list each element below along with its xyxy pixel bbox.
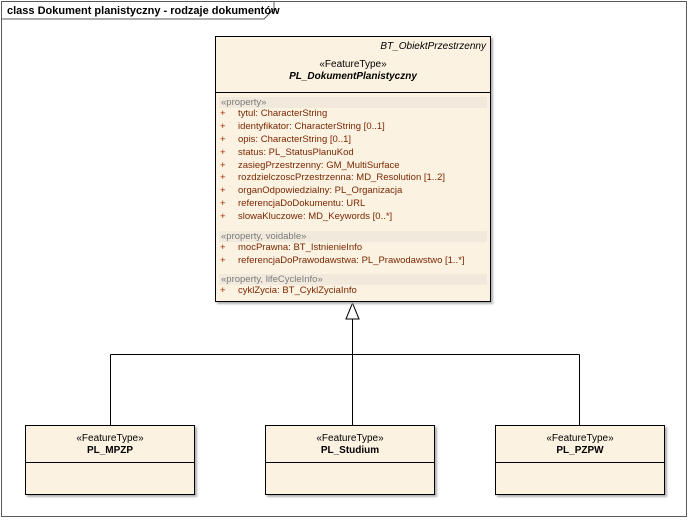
class-header: «FeatureType» PL_MPZP (26, 433, 194, 456)
attribute-name: referencjaDoPrawodawstwa: (238, 254, 359, 266)
attribute-row[interactable]: + mocPrawna: BT_IstnienieInfo (219, 242, 487, 255)
visibility-marker: + (220, 254, 226, 266)
section-label: «property» (219, 97, 487, 108)
attribute-name: cyklZycia: (238, 285, 280, 296)
attribute-row[interactable]: + slowaKluczowe: MD_Keywords [0..*] (219, 211, 487, 224)
class-name: PL_PZPW (556, 445, 604, 456)
class-header: «FeatureType» PL_Studium (266, 433, 434, 456)
attribute-name: slowaKluczowe: (238, 211, 306, 223)
attribute-type: CharacterString (260, 108, 328, 119)
attribute-type: CharacterString [0..1] (260, 133, 352, 145)
visibility-marker: + (220, 172, 226, 184)
attribute-name: organOdpowiedzialny: (238, 185, 333, 197)
visibility-marker: + (220, 211, 226, 223)
class-stereotype: «FeatureType» (546, 433, 614, 444)
attribute-name: referencjaDoDokumentu: (238, 198, 344, 210)
class-pl-studium[interactable]: «FeatureType» PL_Studium (265, 425, 435, 495)
section-property-voidable: «property, voidable» + mocPrawna: BT_Istn… (219, 231, 487, 268)
class-header: «FeatureType» PL_DokumentPlanistyczny (216, 59, 490, 82)
attribute-type: BT_IstnienieInfo (293, 242, 363, 253)
attribute-type: PL_Organizacja (334, 185, 403, 197)
attribute-row[interactable]: + organOdpowiedzialny: PL_Organizacja (219, 185, 487, 198)
attribute-type: URL (346, 198, 366, 210)
attribute-row[interactable]: + referencjaDoDokumentu: URL (219, 198, 487, 211)
visibility-marker: + (220, 108, 226, 119)
visibility-marker: + (220, 159, 226, 171)
attribute-type: MD_Resolution [1..2] (356, 172, 445, 184)
class-pl-dokumentplanistyczny[interactable]: BT_ObiektPrzestrzenny «FeatureType» PL_D… (215, 36, 491, 302)
attribute-row[interactable]: + cyklZycia: BT_CyklZyciaInfo (219, 285, 487, 298)
class-name: PL_DokumentPlanistyczny (289, 71, 417, 82)
attribute-name: opis: (238, 133, 259, 145)
attribute-name: tytul: (238, 108, 259, 119)
visibility-marker: + (220, 285, 226, 296)
class-stereotype: «FeatureType» (316, 433, 384, 444)
visibility-marker: + (220, 146, 226, 158)
attribute-row[interactable]: + identyfikator: CharacterString [0..1] (219, 121, 487, 134)
visibility-marker: + (220, 120, 226, 132)
attribute-row[interactable]: + zasiegPrzestrzenny: GM_MultiSurface (219, 160, 487, 173)
class-header: «FeatureType» PL_PZPW (496, 433, 664, 456)
attribute-name: identyfikator: (238, 120, 292, 132)
attribute-type: MD_Keywords [0..*] (308, 211, 393, 223)
visibility-marker: + (220, 242, 226, 253)
generalization-arrowhead (345, 301, 360, 320)
section-label: «property, voidable» (219, 231, 487, 242)
attribute-row[interactable]: + opis: CharacterString [0..1] (219, 134, 487, 147)
class-header-divider (496, 462, 664, 463)
attribute-type: BT_CyklZyciaInfo (282, 285, 357, 296)
attribute-name: status: (238, 146, 266, 158)
attribute-row[interactable]: + tytul: CharacterString (219, 108, 487, 121)
attribute-type: PL_StatusPlanuKod (268, 146, 354, 158)
attribute-row[interactable]: + status: PL_StatusPlanuKod (219, 147, 487, 160)
visibility-marker: + (220, 198, 226, 210)
attribute-type: CharacterString [0..1] (294, 120, 385, 132)
attribute-type: PL_Prawodawstwo [1..*] (361, 254, 465, 266)
class-stereotype: «FeatureType» (76, 433, 144, 444)
attribute-name: zasiegPrzestrzenny: (238, 159, 324, 171)
attribute-name: rozdzielczoscPrzestrzenna: (238, 172, 354, 184)
class-header-divider (216, 92, 490, 93)
class-header-divider (266, 462, 434, 463)
attribute-row[interactable]: + referencjaDoPrawodawstwa: PL_Prawodawst… (219, 255, 487, 268)
attribute-type: GM_MultiSurface (326, 159, 400, 171)
visibility-marker: + (220, 133, 226, 145)
section-property: «property» + tytul: CharacterString + iden… (219, 97, 487, 224)
class-name: PL_Studium (320, 445, 380, 456)
superclass-label: BT_ObiektPrzestrzenny (380, 41, 486, 52)
class-header-divider (26, 462, 194, 463)
section-label: «property, lifeCycleInfo» (219, 274, 487, 285)
attribute-name: mocPrawna: (238, 242, 291, 253)
section-property-lifecycleinfo: «property, lifeCycleInfo» + cyklZycia: BT… (219, 274, 487, 298)
attribute-row[interactable]: + rozdzielczoscPrzestrzenna: MD_Resolutio… (219, 172, 487, 185)
class-pl-pzpw[interactable]: «FeatureType» PL_PZPW (495, 425, 665, 495)
class-pl-mpzp[interactable]: «FeatureType» PL_MPZP (25, 425, 195, 495)
class-name: PL_MPZP (86, 445, 134, 456)
class-stereotype: «FeatureType» (319, 59, 387, 70)
visibility-marker: + (220, 185, 226, 197)
